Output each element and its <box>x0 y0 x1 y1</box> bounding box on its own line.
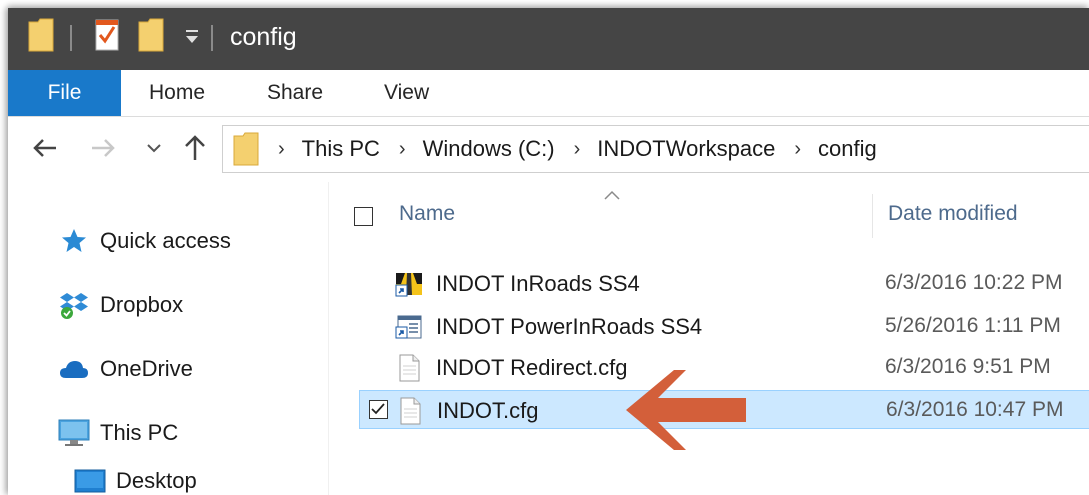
back-arrow-icon <box>33 139 56 157</box>
back-button[interactable] <box>30 133 60 163</box>
title-bar: config <box>8 8 1089 70</box>
column-header-name[interactable]: Name <box>399 202 455 226</box>
annotation-arrow-icon <box>626 370 746 450</box>
breadcrumb-chevron-icon[interactable]: › <box>574 138 581 161</box>
forward-button[interactable] <box>88 133 118 163</box>
file-name: INDOT.cfg <box>437 398 539 423</box>
nav-item-label: This PC <box>100 420 179 445</box>
file-name: INDOT Redirect.cfg <box>436 355 628 380</box>
navigation-pane: Quick access Dropbox OneDrive This PC De… <box>8 182 328 495</box>
nav-item-desktop[interactable]: Desktop <box>74 464 197 495</box>
forward-arrow-icon <box>92 139 115 157</box>
desktop-icon <box>74 466 106 495</box>
breadcrumb-chevron-icon[interactable]: › <box>278 138 285 161</box>
nav-item-this-pc[interactable]: This PC <box>58 416 178 450</box>
cloud-icon <box>58 354 90 384</box>
breadcrumb-this-pc[interactable]: This PC <box>302 136 380 162</box>
file-date: 6/3/2016 9:51 PM <box>885 355 1051 378</box>
file-date: 5/26/2016 1:11 PM <box>885 314 1061 337</box>
star-pin-icon <box>58 226 90 256</box>
file-name: INDOT InRoads SS4 <box>436 271 640 296</box>
breadcrumb-chevron-icon[interactable]: › <box>399 138 406 161</box>
file-date: 6/3/2016 10:22 PM <box>885 271 1063 294</box>
nav-item-label: OneDrive <box>100 356 193 381</box>
shortcut-powerinroads-icon <box>395 315 422 339</box>
address-bar[interactable]: › This PC › Windows (C:) › INDOTWorkspac… <box>222 125 1089 173</box>
file-icon <box>400 397 421 425</box>
select-all-checkbox[interactable] <box>354 207 373 226</box>
customize-toolbar-icon[interactable] <box>184 28 200 46</box>
column-header-date-modified[interactable]: Date modified <box>888 202 1018 226</box>
chevron-down-icon <box>147 144 161 153</box>
tab-home[interactable]: Home <box>149 70 205 116</box>
up-arrow-icon <box>185 135 205 160</box>
window-title: config <box>230 23 297 51</box>
breadcrumb-config[interactable]: config <box>818 136 877 162</box>
explorer-window: config File Home Share View › This PC › … <box>8 8 1089 495</box>
nav-item-onedrive[interactable]: OneDrive <box>58 352 193 386</box>
up-button[interactable] <box>180 133 210 163</box>
new-folder-icon[interactable] <box>138 18 164 52</box>
file-row[interactable]: INDOT InRoads SS4 6/3/2016 10:22 PM <box>359 264 1089 303</box>
properties-icon[interactable] <box>94 18 120 52</box>
folder-icon <box>233 132 259 166</box>
row-checkbox-checked[interactable] <box>369 400 388 419</box>
shortcut-inroads-icon <box>395 273 422 297</box>
checkmark-icon <box>371 403 385 415</box>
file-name: INDOT PowerInRoads SS4 <box>436 314 703 339</box>
nav-item-label: Dropbox <box>100 292 184 317</box>
breadcrumb-indotworkspace[interactable]: INDOTWorkspace <box>597 136 775 162</box>
file-date: 6/3/2016 10:47 PM <box>886 398 1064 421</box>
nav-item-label: Quick access <box>100 228 231 253</box>
dropbox-icon <box>58 290 90 320</box>
tab-share[interactable]: Share <box>267 70 323 116</box>
tab-view[interactable]: View <box>384 70 429 116</box>
toolbar-divider <box>211 25 213 51</box>
recent-locations-button[interactable] <box>139 133 169 163</box>
tab-file[interactable]: File <box>8 70 121 116</box>
file-row[interactable]: INDOT PowerInRoads SS4 5/26/2016 1:11 PM <box>359 307 1089 346</box>
nav-item-dropbox[interactable]: Dropbox <box>58 288 183 322</box>
nav-item-label: Desktop <box>116 468 197 493</box>
navigation-bar: › This PC › Windows (C:) › INDOTWorkspac… <box>8 117 1089 181</box>
nav-item-quick-access[interactable]: Quick access <box>58 224 231 258</box>
file-icon <box>399 354 420 382</box>
breadcrumb-chevron-icon[interactable]: › <box>794 138 801 161</box>
folder-icon <box>28 18 54 52</box>
sort-ascending-icon <box>604 190 620 200</box>
computer-icon <box>58 418 90 448</box>
column-divider[interactable] <box>872 194 873 238</box>
ribbon-tabs: File Home Share View <box>8 70 1089 117</box>
breadcrumb-windows-c[interactable]: Windows (C:) <box>423 136 555 162</box>
toolbar-divider <box>70 25 72 51</box>
